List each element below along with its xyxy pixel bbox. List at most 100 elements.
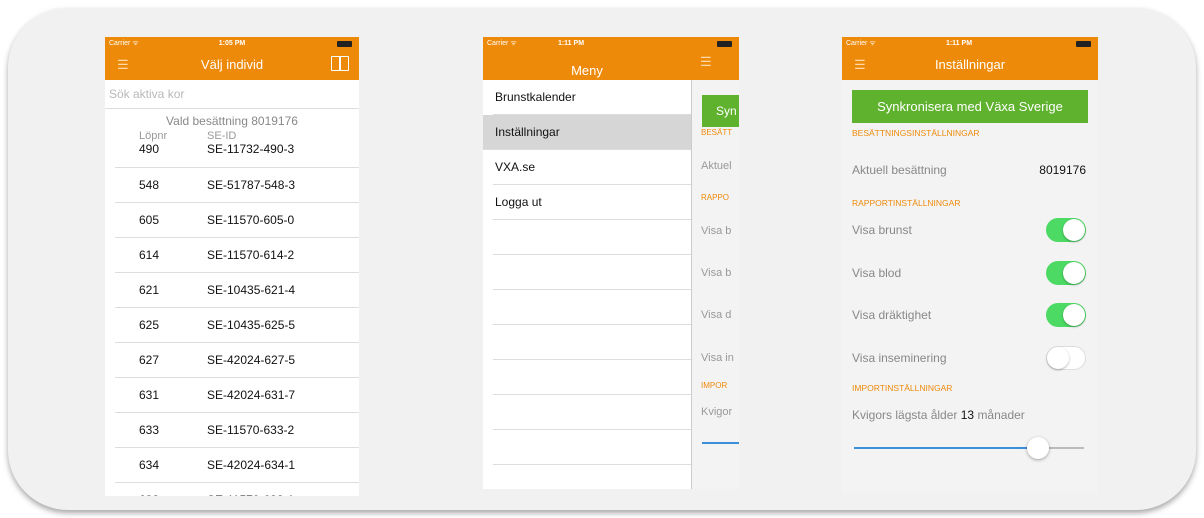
row-lopnr: 621 (139, 283, 160, 297)
toggle-knob (1063, 262, 1085, 284)
menu-item-logout[interactable]: Logga ut (493, 185, 691, 220)
slider-fill (854, 447, 1038, 449)
row-seid: SE-42024-634-1 (207, 458, 296, 472)
search-input[interactable]: Sök aktiva kor (105, 80, 359, 109)
table-row[interactable]: 633 SE-11570-633-2 (115, 413, 359, 448)
nav-bar: ☰ Inställningar (842, 50, 1098, 80)
toggle-label: Visa blod (852, 266, 902, 280)
settings-peek[interactable]: Syn BESÄTT Aktuel RAPPO Visa b Visa b Vi… (691, 80, 739, 489)
menu-empty-row (493, 395, 691, 430)
menu-empty-row (493, 430, 691, 465)
table-row[interactable]: 605 SE-11570-605-0 (115, 203, 359, 238)
toggle-switch[interactable] (1046, 261, 1086, 285)
hamburger-menu-icon[interactable]: ☰ (700, 47, 712, 77)
table-row[interactable]: 621 SE-10435-621-4 (115, 273, 359, 308)
menu-empty-row (493, 220, 691, 255)
row-lopnr: 633 (139, 423, 160, 437)
row-lopnr: 614 (139, 248, 160, 262)
section-import-settings: IMPORTINSTÄLLNINGAR (852, 383, 953, 393)
table-row[interactable]: 614 SE-11570-614-2 (115, 238, 359, 273)
toggle-switch[interactable] (1046, 218, 1086, 242)
toggle-label: Visa dräktighet (852, 308, 932, 322)
toggle-switch[interactable] (1046, 303, 1086, 327)
battery-icon (1076, 41, 1091, 47)
peek-label: Aktuel (701, 160, 732, 172)
battery-icon (717, 41, 732, 47)
phone-select-individual: Carrier ᯤ 1:05 PM ☰ Välj individ Sök akt… (105, 37, 359, 496)
slider-thumb[interactable] (1027, 437, 1049, 459)
sync-button[interactable]: Synkronisera med Växa Sverige (852, 90, 1088, 123)
current-herd-value: 8019176 (1039, 163, 1086, 177)
menu-empty-row (493, 360, 691, 395)
nav-bar: Meny ☰ (483, 50, 739, 80)
row-seid: SE-10435-621-4 (207, 283, 296, 297)
peek-slider (702, 442, 739, 444)
row-seid: SE-42024-627-5 (207, 353, 296, 367)
row-seid: SE-42024-631-7 (207, 388, 296, 402)
individual-list: 490 SE-11732-490-3 548 SE-51787-548-3 605 SE-… (105, 142, 359, 496)
status-time: 1:11 PM (945, 40, 973, 47)
peek-section: IMPOR (701, 381, 728, 390)
age-slider[interactable] (854, 437, 1084, 459)
row-lopnr: 490 (139, 142, 160, 156)
status-bar: Carrier ᯤ 1:05 PM (105, 37, 359, 50)
table-row[interactable]: 625 SE-10435-625-5 (115, 308, 359, 343)
settings-body: Synkronisera med Växa Sverige BESÄTTNING… (842, 80, 1098, 493)
herd-label: Vald besättning 8019176 (166, 114, 298, 128)
table-row[interactable]: 490 SE-11732-490-3 (115, 142, 359, 168)
page-title: Inställningar (934, 57, 1006, 72)
age-value: 13 (960, 408, 975, 422)
row-lopnr: 625 (139, 318, 160, 332)
col-lopnr: Löpnr (139, 130, 168, 142)
row-seid: SE-11570-633-2 (207, 423, 295, 437)
row-seid: SE-11732-490-3 (207, 142, 295, 156)
screenshot-frame: Carrier ᯤ 1:05 PM ☰ Välj individ Sök akt… (8, 8, 1196, 510)
row-seid: SE-51787-548-3 (207, 178, 296, 192)
toggle-label: Visa inseminering (852, 351, 947, 365)
menu-item-installningar[interactable]: Inställningar (483, 115, 691, 150)
status-bar: Carrier ᯤ 1:11 PM (842, 37, 1098, 50)
menu-item-brunstkalender[interactable]: Brunstkalender (493, 80, 691, 115)
table-row[interactable]: 548 SE-51787-548-3 (115, 168, 359, 203)
nav-bar: ☰ Välj individ (105, 50, 359, 80)
menu-empty-row (493, 255, 691, 290)
side-menu: Brunstkalender Inställningar VXA.se Logg… (483, 80, 691, 489)
peek-sync-button[interactable]: Syn (702, 95, 739, 127)
table-row[interactable]: 634 SE-42024-634-1 (115, 448, 359, 483)
peek-label: Visa in (701, 352, 734, 364)
age-prefix: Kvigors lägsta ålder (852, 408, 958, 422)
menu-empty-row (493, 290, 691, 325)
toggle-switch[interactable] (1046, 346, 1086, 370)
phone-settings: Carrier ᯤ 1:11 PM ☰ Inställningar Synkro… (842, 37, 1098, 493)
toggle-knob (1047, 347, 1069, 369)
row-lopnr: 605 (139, 213, 160, 227)
table-row[interactable]: 638SE-11570-638-1 (115, 483, 359, 496)
row-seid: SE-10435-625-5 (207, 318, 296, 332)
peek-section: RAPPO (701, 193, 730, 202)
peek-label: Visa b (701, 225, 732, 237)
page-title: Välj individ (200, 57, 264, 72)
row-lopnr: 631 (139, 388, 160, 402)
phone-menu: Carrier ᯤ 1:11 PM Meny ☰ Brunstkalender … (483, 37, 739, 489)
peek-label: Kvigor (701, 406, 733, 418)
row-lopnr: 627 (139, 353, 160, 367)
table-row[interactable]: 631 SE-42024-631-7 (115, 378, 359, 413)
peek-section: BESÄTT (701, 128, 733, 137)
status-time: 1:05 PM (218, 40, 246, 47)
section-herd-settings: BESÄTTNINGSINSTÄLLNINGAR (852, 128, 980, 138)
menu-item-vxa[interactable]: VXA.se (493, 150, 691, 185)
row-lopnr: 634 (139, 458, 160, 472)
col-seid: SE-ID (207, 130, 237, 142)
book-icon[interactable] (331, 56, 349, 71)
row-lopnr: 638 (139, 493, 207, 496)
current-herd-label: Aktuell besättning (852, 163, 947, 177)
column-headers: Löpnr SE-ID (105, 131, 359, 142)
age-suffix: månader (977, 408, 1025, 422)
row-lopnr: 548 (139, 178, 160, 192)
battery-icon (337, 41, 352, 47)
row-seid: SE-11570-638-1 (207, 493, 294, 496)
toggle-knob (1063, 304, 1085, 326)
menu-empty-row (493, 325, 691, 360)
table-row[interactable]: 627 SE-42024-627-5 (115, 343, 359, 378)
heifer-age-label: Kvigors lägsta ålder 13 månader (852, 408, 1025, 422)
